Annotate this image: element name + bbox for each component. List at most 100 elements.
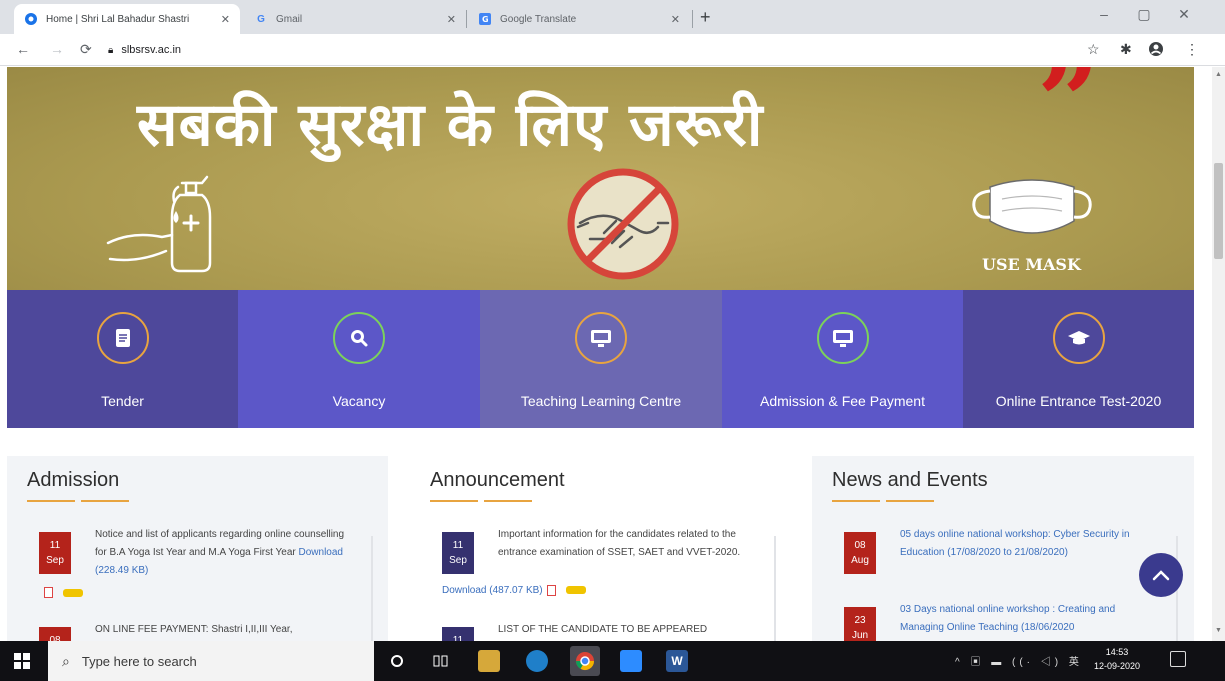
scrollbar-thumb[interactable]	[1214, 163, 1223, 259]
announcement-panel: Announcement 11 Sep Important informatio…	[410, 456, 792, 641]
date-badge: 08	[39, 627, 71, 641]
monitor-icon	[816, 312, 869, 364]
download-link[interactable]: Download (487.07 KB)	[442, 585, 543, 596]
list-item: 23 Jun 03 Days national online workshop …	[844, 601, 1154, 641]
window-close-icon[interactable]: ✕	[1164, 6, 1204, 23]
tab-title: Home | Shri Lal Bahadur Shastri	[46, 13, 190, 25]
tile-admission-fee-payment[interactable]: Admission & Fee Payment	[722, 290, 963, 428]
url-text: slbsrsv.ac.in	[121, 44, 182, 56]
title-underline	[484, 500, 532, 502]
date-month: Jun	[851, 630, 869, 641]
date-badge: 23 Jun	[844, 607, 876, 641]
scroll-up-arrow-icon[interactable]: ▲	[1215, 71, 1222, 78]
cortana-icon[interactable]	[386, 650, 408, 672]
search-icon	[333, 312, 385, 364]
task-view-icon[interactable]	[430, 650, 452, 672]
tab-home[interactable]: Home | Shri Lal Bahadur Shastri ✕	[14, 4, 240, 34]
tile-label: Teaching Learning Centre	[520, 393, 682, 409]
taskbar-search-box[interactable]: ⌕ Type here to search	[48, 641, 374, 681]
close-icon[interactable]: ✕	[447, 13, 456, 26]
lock-icon: 🔒︎	[108, 44, 114, 56]
download-row: Download (487.07 KB)	[442, 582, 586, 600]
list-item: 11 Sep Important information for the can…	[442, 526, 752, 586]
search-placeholder: Type here to search	[81, 653, 197, 669]
extensions-icon[interactable]: ✱	[1120, 41, 1132, 58]
date-day: 11	[49, 540, 61, 551]
hero-banner: सबकी सुरक्षा के लिए जरूरी ” USE MASK	[7, 67, 1194, 290]
edge-icon[interactable]	[526, 650, 548, 672]
news-events-panel: News and Events 08 Aug 05 days online na…	[812, 456, 1194, 641]
list-scrollbar[interactable]	[371, 536, 373, 641]
reload-icon[interactable]: ⟳	[80, 41, 92, 58]
word-icon[interactable]: W	[666, 650, 688, 672]
menu-icon[interactable]: ⋮	[1185, 41, 1199, 58]
no-handshake-icon	[567, 168, 679, 280]
date-day: 23	[854, 615, 866, 626]
svg-text:G: G	[482, 15, 489, 24]
section-title: News and Events	[832, 469, 988, 491]
page-scrollbar[interactable]: ▲ ▼	[1212, 67, 1225, 641]
tab-separator	[466, 10, 467, 28]
tile-online-entrance-test[interactable]: Online Entrance Test-2020	[963, 290, 1194, 428]
web-page: सबकी सुरक्षा के लिए जरूरी ” USE MASK Ten…	[0, 67, 1212, 641]
scroll-down-arrow-icon[interactable]: ▼	[1215, 627, 1222, 634]
url-input[interactable]: 🔒︎ slbsrsv.ac.in	[108, 39, 1068, 61]
translate-icon: G	[478, 12, 492, 26]
bookmark-star-icon[interactable]: ☆	[1087, 41, 1100, 58]
maximize-icon[interactable]: ▢	[1124, 6, 1164, 23]
tile-vacancy[interactable]: Vacancy	[238, 290, 480, 428]
item-text: Important information for the candidates…	[498, 529, 741, 558]
notification-icon[interactable]	[1170, 651, 1186, 667]
system-tray[interactable]: ^ ▣ ▬ ((· ◁) 英	[955, 653, 1083, 668]
list-scrollbar[interactable]	[774, 536, 776, 641]
forward-icon[interactable]: →	[50, 41, 64, 57]
google-icon: G	[257, 13, 265, 25]
item-badges	[40, 584, 83, 602]
date-badge: 11 Sep	[39, 532, 71, 574]
pdf-icon[interactable]	[44, 587, 53, 599]
date-badge: 11	[442, 627, 474, 641]
new-badge-icon	[63, 588, 83, 597]
site-icon	[24, 12, 38, 26]
news-link[interactable]: 03 Days national online workshop : Creat…	[900, 604, 1115, 633]
windows-start-icon[interactable]	[14, 653, 30, 674]
close-icon[interactable]: ✕	[221, 13, 230, 26]
clock-date: 12-09-2020	[1093, 661, 1141, 671]
tab-title: Gmail	[276, 13, 303, 25]
taskbar-clock[interactable]: 14:53 12-09-2020	[1090, 645, 1144, 673]
file-explorer-icon[interactable]	[478, 650, 500, 672]
tile-label: Tender	[101, 393, 144, 409]
title-underline	[27, 500, 75, 502]
pdf-icon[interactable]	[546, 584, 556, 596]
title-underline	[886, 500, 934, 502]
list-item: 08 ON LINE FEE PAYMENT: Shastri I,II,III…	[39, 621, 349, 641]
date-month: Sep	[449, 555, 467, 566]
profile-icon[interactable]	[1148, 41, 1164, 60]
new-tab-button[interactable]: +	[700, 7, 711, 28]
windows-taskbar: ⌕ Type here to search W ^ ▣ ▬ ((· ◁) 英 1…	[0, 641, 1225, 681]
back-to-top-button[interactable]	[1139, 553, 1183, 597]
use-mask-label: USE MASK	[982, 255, 1081, 274]
tile-teaching-learning-centre[interactable]: Teaching Learning Centre	[480, 290, 722, 428]
title-underline	[430, 500, 478, 502]
tab-gmail[interactable]: G Gmail ✕	[244, 4, 466, 34]
chrome-icon[interactable]	[570, 646, 600, 676]
search-icon: ⌕	[62, 652, 70, 669]
close-icon[interactable]: ✕	[671, 13, 680, 26]
tile-tender[interactable]: Tender	[7, 290, 238, 428]
minimize-icon[interactable]: –	[1084, 6, 1124, 22]
back-icon[interactable]: ←	[16, 41, 30, 57]
title-underline	[832, 500, 880, 502]
browser-tab-bar: Home | Shri Lal Bahadur Shastri ✕ G Gmai…	[0, 0, 1225, 34]
document-icon	[96, 312, 149, 364]
news-link[interactable]: 05 days online national workshop: Cyber …	[900, 529, 1130, 558]
admission-panel: Admission 11 Sep Notice and list of appl…	[7, 456, 388, 641]
tab-separator	[692, 10, 693, 28]
zoom-icon[interactable]	[620, 650, 642, 672]
address-toolbar: ← → ⟳ 🔒︎ slbsrsv.ac.in ☆ ✱ ⋮	[0, 34, 1225, 66]
list-item: 08 Aug 05 days online national workshop:…	[844, 526, 1154, 586]
quote-mark: ”	[1037, 67, 1101, 166]
hand-sanitizer-icon	[106, 175, 212, 273]
tab-google-translate[interactable]: G Google Translate ✕	[468, 4, 690, 34]
tile-label: Admission & Fee Payment	[760, 393, 925, 409]
